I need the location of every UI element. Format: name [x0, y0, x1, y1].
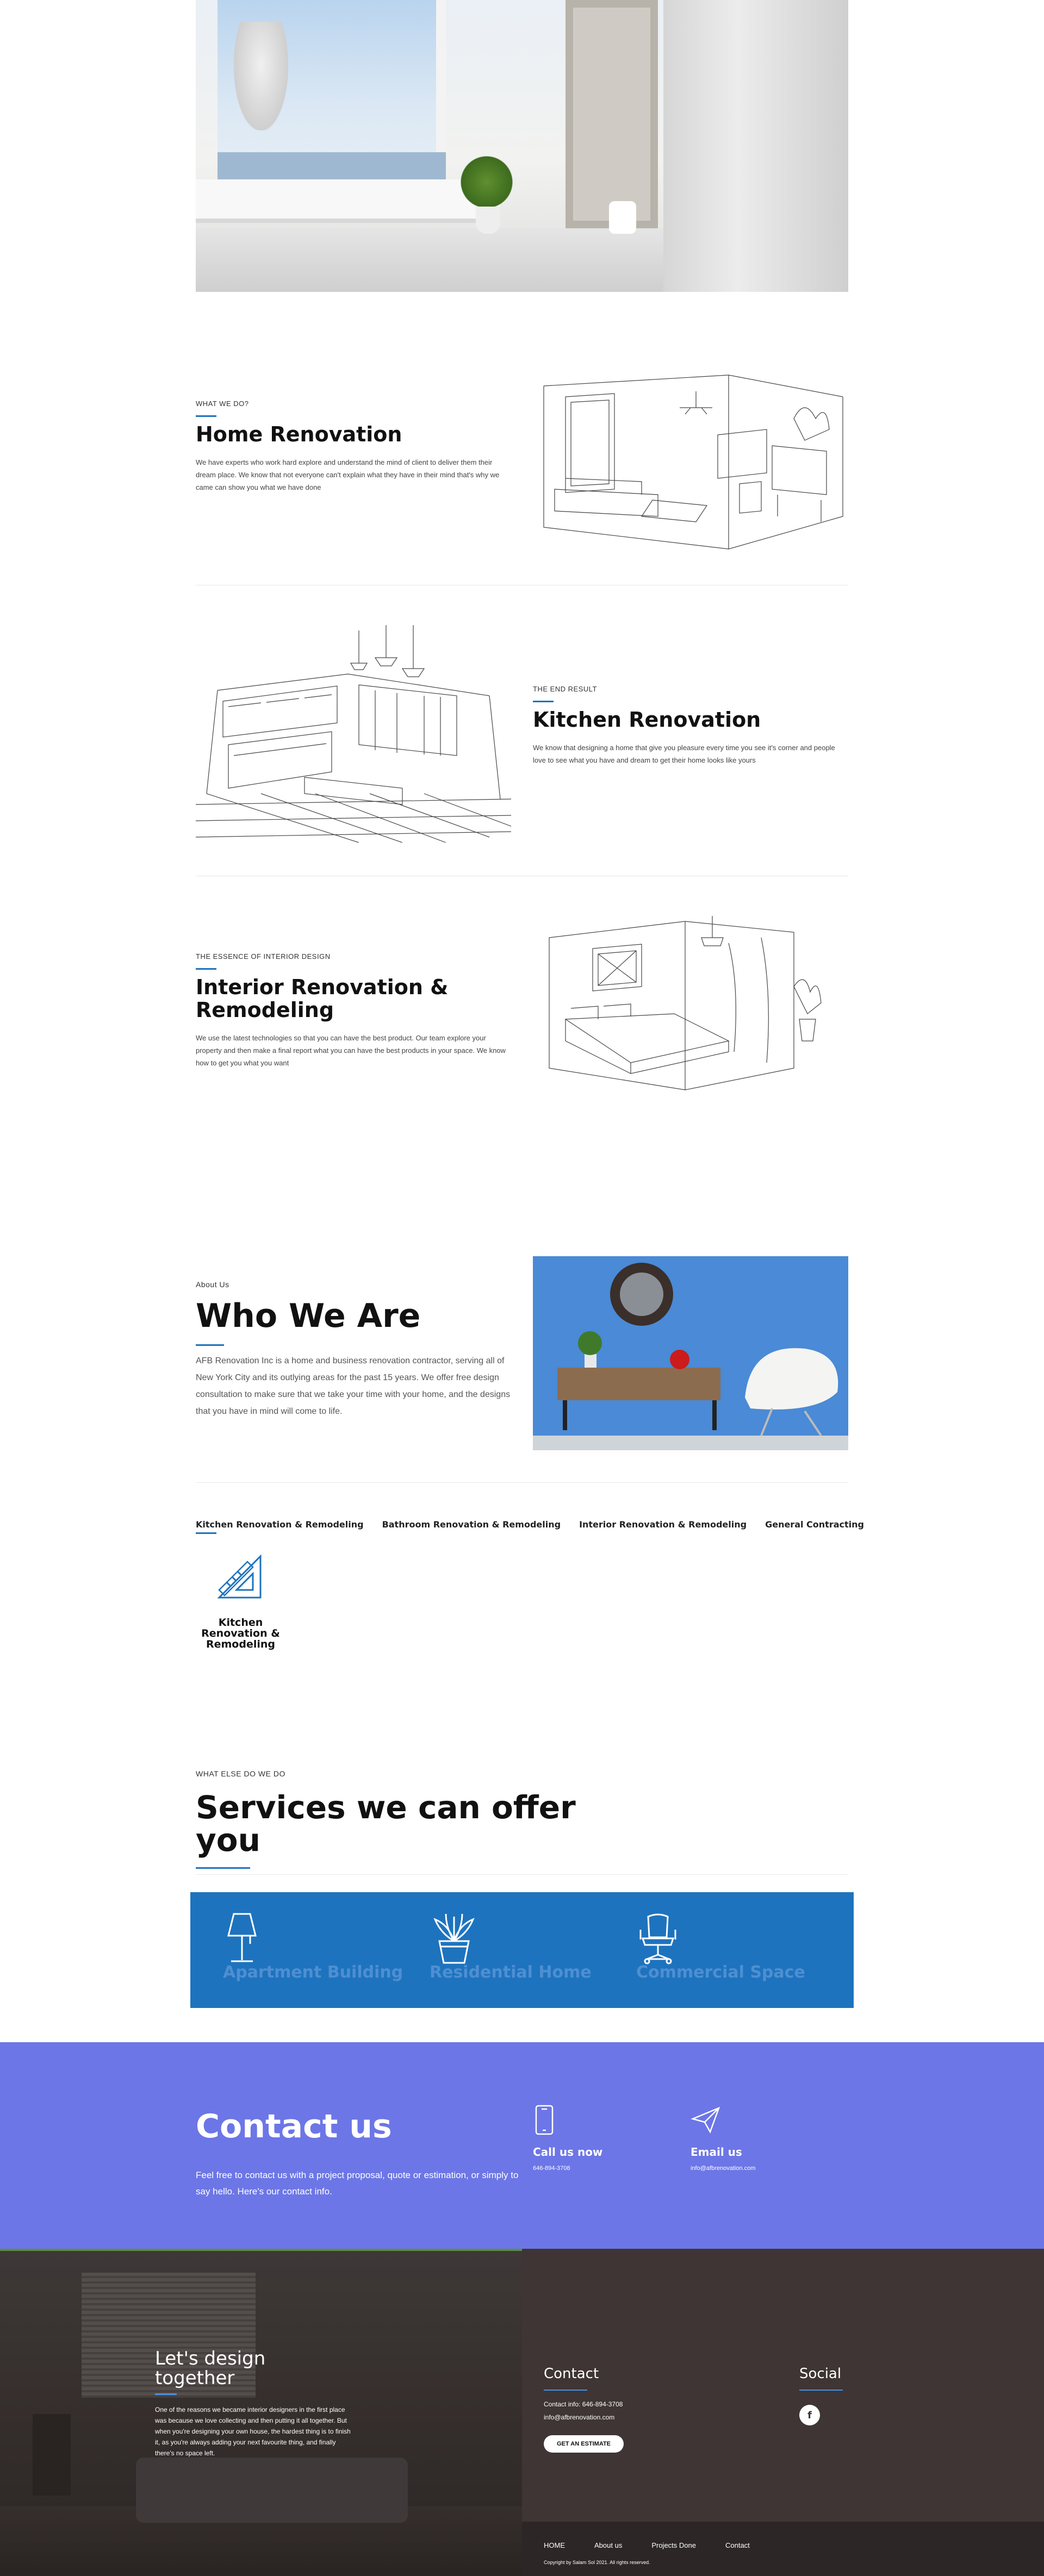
- footer-nav-about[interactable]: About us: [594, 2541, 622, 2549]
- service-commercial[interactable]: Commercial Space: [625, 1908, 832, 2008]
- email-label: Email us: [691, 2145, 742, 2159]
- footer-photo-panel: Let's design together One of the reasons…: [0, 2249, 522, 2576]
- tab-general-contracting[interactable]: General Contracting: [765, 1519, 864, 1534]
- kitchen-renovation-text: THE END RESULT Kitchen Renovation We kno…: [533, 685, 848, 766]
- home-text: We have experts who work hard explore an…: [196, 458, 500, 491]
- services-title: Services we can offer you: [196, 1789, 576, 1858]
- bedroom-sketch: [533, 905, 848, 1101]
- footer-nav-home[interactable]: HOME: [544, 2541, 565, 2549]
- footer-contact-info: Contact info: 646-894-3708: [544, 2400, 623, 2408]
- tab-bathroom[interactable]: Bathroom Renovation & Remodeling: [382, 1519, 561, 1534]
- home-renovation-text: WHAT WE DO? Home Renovation We have expe…: [196, 400, 511, 494]
- footer-social-heading: Social: [799, 2366, 842, 2382]
- hero-plant-pot: [476, 207, 500, 234]
- interior-underline: [196, 968, 216, 970]
- ruler-triangle-icon: [215, 1552, 264, 1604]
- contact-section: Contact us Feel free to contact us with …: [0, 2042, 1044, 2249]
- hero-bathroom-image: [196, 0, 848, 292]
- interior-title: Interior Renovation & Remodeling: [196, 975, 449, 1022]
- about-photo: [533, 1256, 848, 1450]
- contact-title: Contact us: [196, 2107, 392, 2145]
- hero-window-view: [217, 152, 446, 179]
- home-eyebrow: WHAT WE DO?: [196, 400, 249, 408]
- hero-faucet: [234, 22, 288, 130]
- call-value[interactable]: 646-894-3708: [533, 2165, 602, 2172]
- interior-eyebrow: THE ESSENCE OF INTERIOR DESIGN: [196, 952, 331, 960]
- footer-contact-email[interactable]: info@afbrenovation.com: [544, 2413, 624, 2421]
- tab-interior[interactable]: Interior Renovation & Remodeling: [579, 1519, 747, 1534]
- tab-kitchen[interactable]: Kitchen Renovation & Remodeling: [196, 1519, 364, 1534]
- kitchen-sketch: [196, 614, 511, 843]
- about-underline: [196, 1344, 224, 1346]
- lamp-icon: [223, 1908, 261, 1968]
- copyright: Copyright by Salam Sol 2021. All rights …: [544, 2560, 650, 2565]
- living-room-sketch: [533, 353, 848, 554]
- services-box: Apartment Building Residential Home Comm…: [190, 1892, 854, 2008]
- contact-text: Feel free to contact us with a project p…: [196, 2170, 519, 2197]
- about-section: About Us Who We Are AFB Renovation Inc i…: [196, 1280, 511, 1420]
- service-apartment-label: Apartment Building: [223, 1963, 403, 1982]
- design-together-text: One of the reasons we became interior de…: [155, 2406, 351, 2457]
- footer-contact-heading: Contact: [544, 2366, 599, 2382]
- services-eyebrow: WHAT ELSE DO WE DO: [196, 1769, 285, 1778]
- divider: [196, 1874, 848, 1875]
- footer-contact: Contact Contact info: 646-894-3708 info@…: [544, 2366, 624, 2453]
- plant-icon: [430, 1908, 478, 1968]
- hero-plant: [457, 152, 517, 212]
- kitchen-title: Kitchen Renovation: [533, 708, 761, 732]
- footer-contact-underline: [544, 2390, 587, 2391]
- paper-plane-icon: [691, 2105, 755, 2138]
- office-chair-icon: [636, 1908, 680, 1968]
- hero-counter: [196, 179, 500, 223]
- hero-toilet: [609, 201, 636, 234]
- email-value[interactable]: info@afbrenovation.com: [691, 2165, 755, 2172]
- services-underline: [196, 1867, 250, 1869]
- footer-social: Social f: [799, 2366, 843, 2425]
- kitchen-underline: [533, 701, 554, 702]
- divider: [196, 1482, 848, 1483]
- service-commercial-label: Commercial Space: [636, 1963, 805, 1982]
- service-residential-label: Residential Home: [430, 1963, 592, 1982]
- tab-panel-label: Kitchen Renovation & Remodeling: [201, 1617, 280, 1650]
- call-us-block[interactable]: Call us now 646-894-3708: [533, 2105, 602, 2172]
- home-title: Home Renovation: [196, 422, 402, 446]
- footer-contact-panel: Contact Contact info: 646-894-3708 info@…: [522, 2249, 1044, 2522]
- footer-social-underline: [799, 2390, 843, 2391]
- get-estimate-button[interactable]: GET AN ESTIMATE: [544, 2435, 624, 2453]
- hero-door: [566, 0, 658, 228]
- footer-nav: HOME About us Projects Done Contact: [544, 2541, 750, 2549]
- footer-bottom-bar: HOME About us Projects Done Contact Copy…: [522, 2522, 1044, 2576]
- service-apartment[interactable]: Apartment Building: [212, 1908, 419, 2008]
- hero-shower-glass: [663, 0, 848, 292]
- design-together-underline: [155, 2393, 177, 2395]
- facebook-icon[interactable]: f: [799, 2405, 820, 2425]
- kitchen-text: We know that designing a home that give …: [533, 743, 835, 764]
- home-underline: [196, 415, 216, 417]
- email-us-block[interactable]: Email us info@afbrenovation.com: [691, 2105, 755, 2172]
- phone-icon: [533, 2105, 602, 2138]
- interior-renovation-text: THE ESSENCE OF INTERIOR DESIGN Interior …: [196, 952, 511, 1069]
- design-together-title: Let's design together: [155, 2348, 266, 2389]
- services-tabs: Kitchen Renovation & Remodeling Bathroom…: [196, 1519, 864, 1534]
- footer-nav-contact[interactable]: Contact: [725, 2541, 750, 2549]
- call-label: Call us now: [533, 2145, 603, 2159]
- services-header: WHAT ELSE DO WE DO Services we can offer…: [196, 1769, 576, 1875]
- about-eyebrow: About Us: [196, 1280, 229, 1289]
- kitchen-eyebrow: THE END RESULT: [533, 685, 597, 693]
- about-text: AFB Renovation Inc is a home and busines…: [196, 1356, 511, 1416]
- interior-text: We use the latest technologies so that y…: [196, 1033, 506, 1067]
- about-title: Who We Are: [196, 1297, 421, 1335]
- footer-nav-projects[interactable]: Projects Done: [651, 2541, 696, 2549]
- service-residential[interactable]: Residential Home: [419, 1908, 625, 2008]
